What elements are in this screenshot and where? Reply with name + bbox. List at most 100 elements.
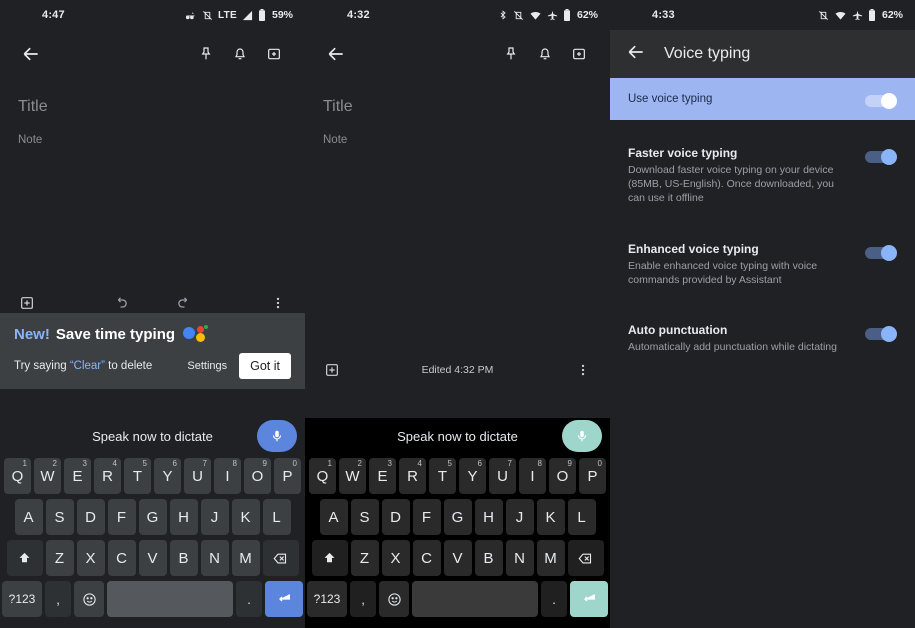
key-z[interactable]: Z	[45, 540, 74, 576]
comma-key[interactable]: ,	[45, 581, 71, 617]
key-c[interactable]: C	[107, 540, 136, 576]
key-b[interactable]: B	[474, 540, 503, 576]
key-k[interactable]: K	[536, 499, 565, 535]
pin-icon[interactable]	[494, 37, 528, 71]
key-k[interactable]: K	[231, 499, 260, 535]
key-n[interactable]: N	[505, 540, 534, 576]
key-y[interactable]: 6Y	[459, 458, 486, 494]
space-key[interactable]	[412, 581, 538, 617]
key-h[interactable]: H	[169, 499, 198, 535]
enhanced-voice-typing-toggle[interactable]	[865, 244, 897, 261]
more-vert-icon[interactable]	[568, 355, 598, 385]
auto-punctuation-toggle[interactable]	[865, 325, 897, 342]
reminder-bell-icon[interactable]	[528, 37, 562, 71]
key-f[interactable]: F	[107, 499, 136, 535]
key-w[interactable]: 2W	[34, 458, 61, 494]
shift-key[interactable]	[6, 540, 43, 576]
promo-settings-button[interactable]: Settings	[187, 360, 227, 372]
key-d[interactable]: D	[381, 499, 410, 535]
key-y[interactable]: 6Y	[154, 458, 181, 494]
note-body-input[interactable]: Note	[18, 134, 287, 146]
key-x[interactable]: X	[76, 540, 105, 576]
key-a[interactable]: A	[14, 499, 43, 535]
key-h[interactable]: H	[474, 499, 503, 535]
back-arrow-icon[interactable]	[319, 37, 353, 71]
key-z[interactable]: Z	[350, 540, 379, 576]
key-e[interactable]: 3E	[64, 458, 91, 494]
symbols-key[interactable]: ?123	[2, 581, 42, 617]
note-editor-middle[interactable]: Title Note	[305, 78, 610, 146]
key-r[interactable]: 4R	[94, 458, 121, 494]
add-box-icon[interactable]	[317, 355, 347, 385]
key-v[interactable]: V	[138, 540, 167, 576]
key-m[interactable]: M	[231, 540, 260, 576]
key-w[interactable]: 2W	[339, 458, 366, 494]
backspace-key[interactable]	[567, 540, 604, 576]
key-x[interactable]: X	[381, 540, 410, 576]
key-p[interactable]: 0P	[274, 458, 301, 494]
key-g[interactable]: G	[443, 499, 472, 535]
setting-row-auto-punctuation[interactable]: Auto punctuation Automatically add punct…	[610, 309, 915, 360]
note-title-input[interactable]: Title	[18, 98, 287, 116]
back-arrow-icon[interactable]	[626, 42, 646, 67]
key-o[interactable]: 9O	[244, 458, 271, 494]
note-body-input[interactable]: Note	[323, 134, 592, 146]
key-r[interactable]: 4R	[399, 458, 426, 494]
key-t[interactable]: 5T	[429, 458, 456, 494]
key-u[interactable]: 7U	[184, 458, 211, 494]
key-m[interactable]: M	[536, 540, 565, 576]
comma-key[interactable]: ,	[350, 581, 376, 617]
airplane-mode-icon	[852, 10, 863, 21]
key-u[interactable]: 7U	[489, 458, 516, 494]
settings-gap-3	[610, 293, 915, 309]
emoji-smiley-icon[interactable]	[379, 581, 409, 617]
key-t[interactable]: 5T	[124, 458, 151, 494]
key-i[interactable]: 8I	[519, 458, 546, 494]
promo-gotit-button[interactable]: Got it	[239, 353, 291, 379]
archive-icon[interactable]	[562, 37, 596, 71]
key-v[interactable]: V	[443, 540, 472, 576]
space-key[interactable]	[107, 581, 233, 617]
note-editor-left[interactable]: Title Note	[0, 78, 305, 146]
keyboard-rows-left: 1Q2W3E4R5T6Y7U8I9O0P ASDFGHJKL ZXCVBNM ?…	[0, 454, 305, 628]
back-arrow-icon[interactable]	[14, 37, 48, 71]
key-j[interactable]: J	[505, 499, 534, 535]
key-e[interactable]: 3E	[369, 458, 396, 494]
use-voice-typing-row[interactable]: Use voice typing	[610, 78, 915, 120]
setting-row-enhanced-voice-typing[interactable]: Enhanced voice typing Enable enhanced vo…	[610, 228, 915, 293]
key-f[interactable]: F	[412, 499, 441, 535]
backspace-key[interactable]	[262, 540, 299, 576]
key-s[interactable]: S	[45, 499, 74, 535]
setting-row-faster-voice-typing[interactable]: Faster voice typing Download faster voic…	[610, 132, 915, 212]
microphone-button-middle[interactable]	[562, 420, 602, 452]
symbols-key[interactable]: ?123	[307, 581, 347, 617]
period-key[interactable]: .	[541, 581, 567, 617]
key-q[interactable]: 1Q	[309, 458, 336, 494]
reminder-bell-icon[interactable]	[223, 37, 257, 71]
key-i[interactable]: 8I	[214, 458, 241, 494]
key-s[interactable]: S	[350, 499, 379, 535]
key-c[interactable]: C	[412, 540, 441, 576]
enter-key[interactable]	[265, 581, 303, 617]
key-j[interactable]: J	[200, 499, 229, 535]
shift-key[interactable]	[311, 540, 348, 576]
period-key[interactable]: .	[236, 581, 262, 617]
key-g[interactable]: G	[138, 499, 167, 535]
enter-key[interactable]	[570, 581, 608, 617]
faster-voice-typing-toggle[interactable]	[865, 149, 897, 165]
key-b[interactable]: B	[169, 540, 198, 576]
note-title-input[interactable]: Title	[323, 98, 592, 116]
key-q[interactable]: 1Q	[4, 458, 31, 494]
key-p[interactable]: 0P	[579, 458, 606, 494]
key-l[interactable]: L	[262, 499, 291, 535]
emoji-smiley-icon[interactable]	[74, 581, 104, 617]
use-voice-typing-toggle[interactable]	[865, 92, 897, 109]
key-d[interactable]: D	[76, 499, 105, 535]
key-o[interactable]: 9O	[549, 458, 576, 494]
key-n[interactable]: N	[200, 540, 229, 576]
pin-icon[interactable]	[189, 37, 223, 71]
key-a[interactable]: A	[319, 499, 348, 535]
key-l[interactable]: L	[567, 499, 596, 535]
archive-icon[interactable]	[257, 37, 291, 71]
microphone-button-left[interactable]	[257, 420, 297, 452]
